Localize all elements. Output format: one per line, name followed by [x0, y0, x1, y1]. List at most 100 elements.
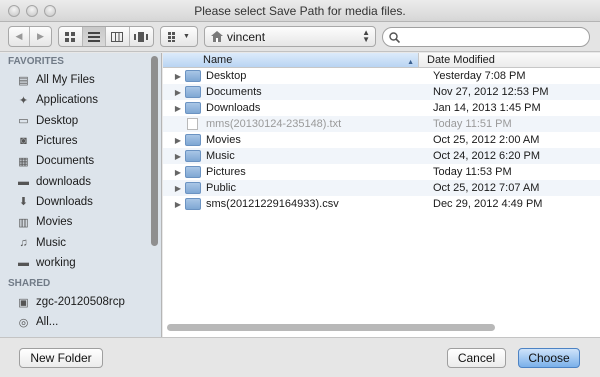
- sidebar-scrollbar[interactable]: [151, 56, 158, 246]
- search-input[interactable]: [404, 31, 574, 43]
- sidebar-item-favorites-1[interactable]: ✦ Applications: [0, 90, 161, 110]
- chevron-down-icon: ▼: [183, 33, 190, 40]
- file-row[interactable]: ▶ Pictures Today 11:53 PM: [163, 164, 600, 180]
- favorites-header: FAVORITES: [8, 56, 64, 67]
- sidebar-item-favorites-9[interactable]: ▬ working: [0, 253, 161, 273]
- sidebar-item-favorites-3[interactable]: ◙ Pictures: [0, 131, 161, 151]
- back-forward-control: ◀ ▶: [8, 26, 52, 47]
- file-row[interactable]: ▶ Downloads Jan 14, 2013 1:45 PM: [163, 100, 600, 116]
- sidebar-item-shared-0[interactable]: ▣ zgc-20120508rcp: [0, 292, 161, 312]
- disclosure-triangle-icon[interactable]: ▶: [171, 200, 185, 209]
- sidebar-item-label: Downloads: [36, 195, 93, 208]
- file-browser: Name ▲ Date Modified ▶ Desktop Yesterday 7…: [163, 53, 600, 337]
- film-icon: ▥: [18, 216, 29, 229]
- file-name: Pictures: [206, 166, 246, 178]
- document-icon: [187, 118, 198, 130]
- sidebar-item-label: Applications: [36, 94, 99, 107]
- sidebar-item-label: zgc-20120508rcp: [36, 296, 125, 309]
- file-date: Oct 25, 2012 2:00 AM: [433, 134, 540, 146]
- coverflow-view-button[interactable]: [130, 27, 153, 46]
- sidebar: FAVORITES ▤ All My Files ✦ Applications ▭ Des…: [0, 53, 162, 337]
- window-title: Please select Save Path for media files.: [194, 4, 406, 18]
- sidebar-item-label: downloads: [36, 175, 91, 188]
- folder-icon: ▬: [18, 175, 29, 188]
- file-date: Oct 24, 2012 6:20 PM: [433, 150, 541, 162]
- popup-arrows-icon: ▲ ▼: [362, 28, 370, 44]
- sidebar-item-favorites-5[interactable]: ▬ downloads: [0, 171, 161, 191]
- sidebar-item-label: All My Files: [36, 74, 95, 87]
- folder-icon: [185, 86, 201, 98]
- file-name: sms(20121229164933).csv: [206, 198, 339, 210]
- sidebar-item-label: All...: [36, 316, 59, 329]
- date-column-header[interactable]: Date Modified: [419, 53, 495, 67]
- cancel-button[interactable]: Cancel: [447, 348, 506, 368]
- file-date: Today 11:53 PM: [433, 166, 512, 178]
- file-row[interactable]: ▶ Public Oct 25, 2012 7:07 AM: [163, 180, 600, 196]
- file-name: Movies: [206, 134, 241, 146]
- column-headers: Name ▲ Date Modified: [163, 53, 600, 68]
- shared-list: ▣ zgc-20120508rcp ◎ All...: [0, 292, 161, 333]
- file-row[interactable]: ▶ sms(20121229164933).csv Dec 29, 2012 4:4…: [163, 196, 600, 212]
- choose-button[interactable]: Choose: [518, 348, 580, 368]
- disclosure-triangle-icon[interactable]: ▶: [171, 72, 185, 81]
- file-name: Downloads: [206, 102, 261, 114]
- sidebar-item-favorites-0[interactable]: ▤ All My Files: [0, 70, 161, 90]
- computer-icon: ▣: [18, 296, 29, 309]
- favorites-list: ▤ All My Files ✦ Applications ▭ Desktop ◙ Pictu…: [0, 70, 161, 273]
- back-button[interactable]: ◀: [9, 27, 30, 46]
- new-folder-button[interactable]: New Folder: [19, 348, 103, 368]
- disclosure-triangle-icon[interactable]: ▶: [171, 136, 185, 145]
- sidebar-item-shared-1[interactable]: ◎ All...: [0, 312, 161, 332]
- disclosure-triangle-icon[interactable]: ▶: [171, 88, 185, 97]
- arrange-button[interactable]: ▼: [160, 26, 198, 47]
- arrange-content: ▼: [161, 27, 197, 46]
- file-row[interactable]: ▶ Movies Oct 25, 2012 2:00 AM: [163, 132, 600, 148]
- forward-button[interactable]: ▶: [30, 27, 51, 46]
- list-view-icon: [87, 31, 100, 42]
- sidebar-item-favorites-2[interactable]: ▭ Desktop: [0, 111, 161, 131]
- sidebar-item-favorites-7[interactable]: ▥ Movies: [0, 212, 161, 232]
- name-column-label: Name: [203, 54, 233, 66]
- sidebar-item-label: Pictures: [36, 135, 78, 148]
- column-view-button[interactable]: [106, 27, 130, 46]
- sidebar-item-favorites-8[interactable]: ♫ Music: [0, 232, 161, 252]
- sidebar-item-favorites-6[interactable]: ⬇ Downloads: [0, 192, 161, 212]
- desktop-icon: ▭: [18, 115, 29, 128]
- file-row[interactable]: mms(20130124-235148).txt Today 11:51 PM: [163, 116, 600, 132]
- applications-icon: ✦: [18, 94, 29, 107]
- shared-header: SHARED: [8, 277, 51, 289]
- search-field[interactable]: [382, 27, 590, 47]
- search-icon: [389, 31, 400, 43]
- disclosure-triangle-icon[interactable]: ▶: [171, 152, 185, 161]
- toolbar: ◀ ▶ ▼ vincent ▲ ▼: [0, 22, 600, 52]
- sidebar-item-label: working: [36, 256, 76, 269]
- file-name: Music: [206, 150, 235, 162]
- horizontal-scrollbar[interactable]: [167, 324, 495, 331]
- folder-icon: [185, 70, 201, 82]
- arrange-grid-icon: [168, 31, 176, 42]
- sidebar-item-label: Documents: [36, 155, 95, 168]
- sort-ascending-icon: ▲: [407, 59, 414, 66]
- file-row[interactable]: ▶ Music Oct 24, 2012 6:20 PM: [163, 148, 600, 164]
- disclosure-triangle-icon[interactable]: ▶: [171, 168, 185, 177]
- sidebar-item-label: Music: [36, 236, 67, 249]
- name-column-header[interactable]: Name ▲: [163, 53, 419, 67]
- file-name: mms(20130124-235148).txt: [206, 118, 342, 130]
- download-icon: ⬇: [18, 196, 29, 209]
- disclosure-triangle-icon[interactable]: ▶: [171, 104, 185, 113]
- view-mode-control: [58, 26, 154, 47]
- folder-icon: [185, 166, 201, 178]
- icon-view-button[interactable]: [59, 27, 83, 46]
- sidebar-item-favorites-4[interactable]: ▦ Documents: [0, 151, 161, 171]
- file-name: Desktop: [206, 70, 247, 82]
- file-row[interactable]: ▶ Documents Nov 27, 2012 12:53 PM: [163, 84, 600, 100]
- documents-icon: ▦: [18, 155, 29, 168]
- file-row[interactable]: ▶ Desktop Yesterday 7:08 PM: [163, 68, 600, 84]
- folder-icon: [185, 150, 201, 162]
- sidebar-item-label: Desktop: [36, 114, 79, 127]
- file-rows: ▶ Desktop Yesterday 7:08 PM ▶ Documents Nov 2…: [163, 68, 600, 212]
- disclosure-triangle-icon[interactable]: ▶: [171, 184, 185, 193]
- file-date: Yesterday 7:08 PM: [433, 70, 526, 82]
- list-view-button[interactable]: [82, 27, 106, 46]
- path-popup[interactable]: vincent ▲ ▼: [204, 26, 376, 47]
